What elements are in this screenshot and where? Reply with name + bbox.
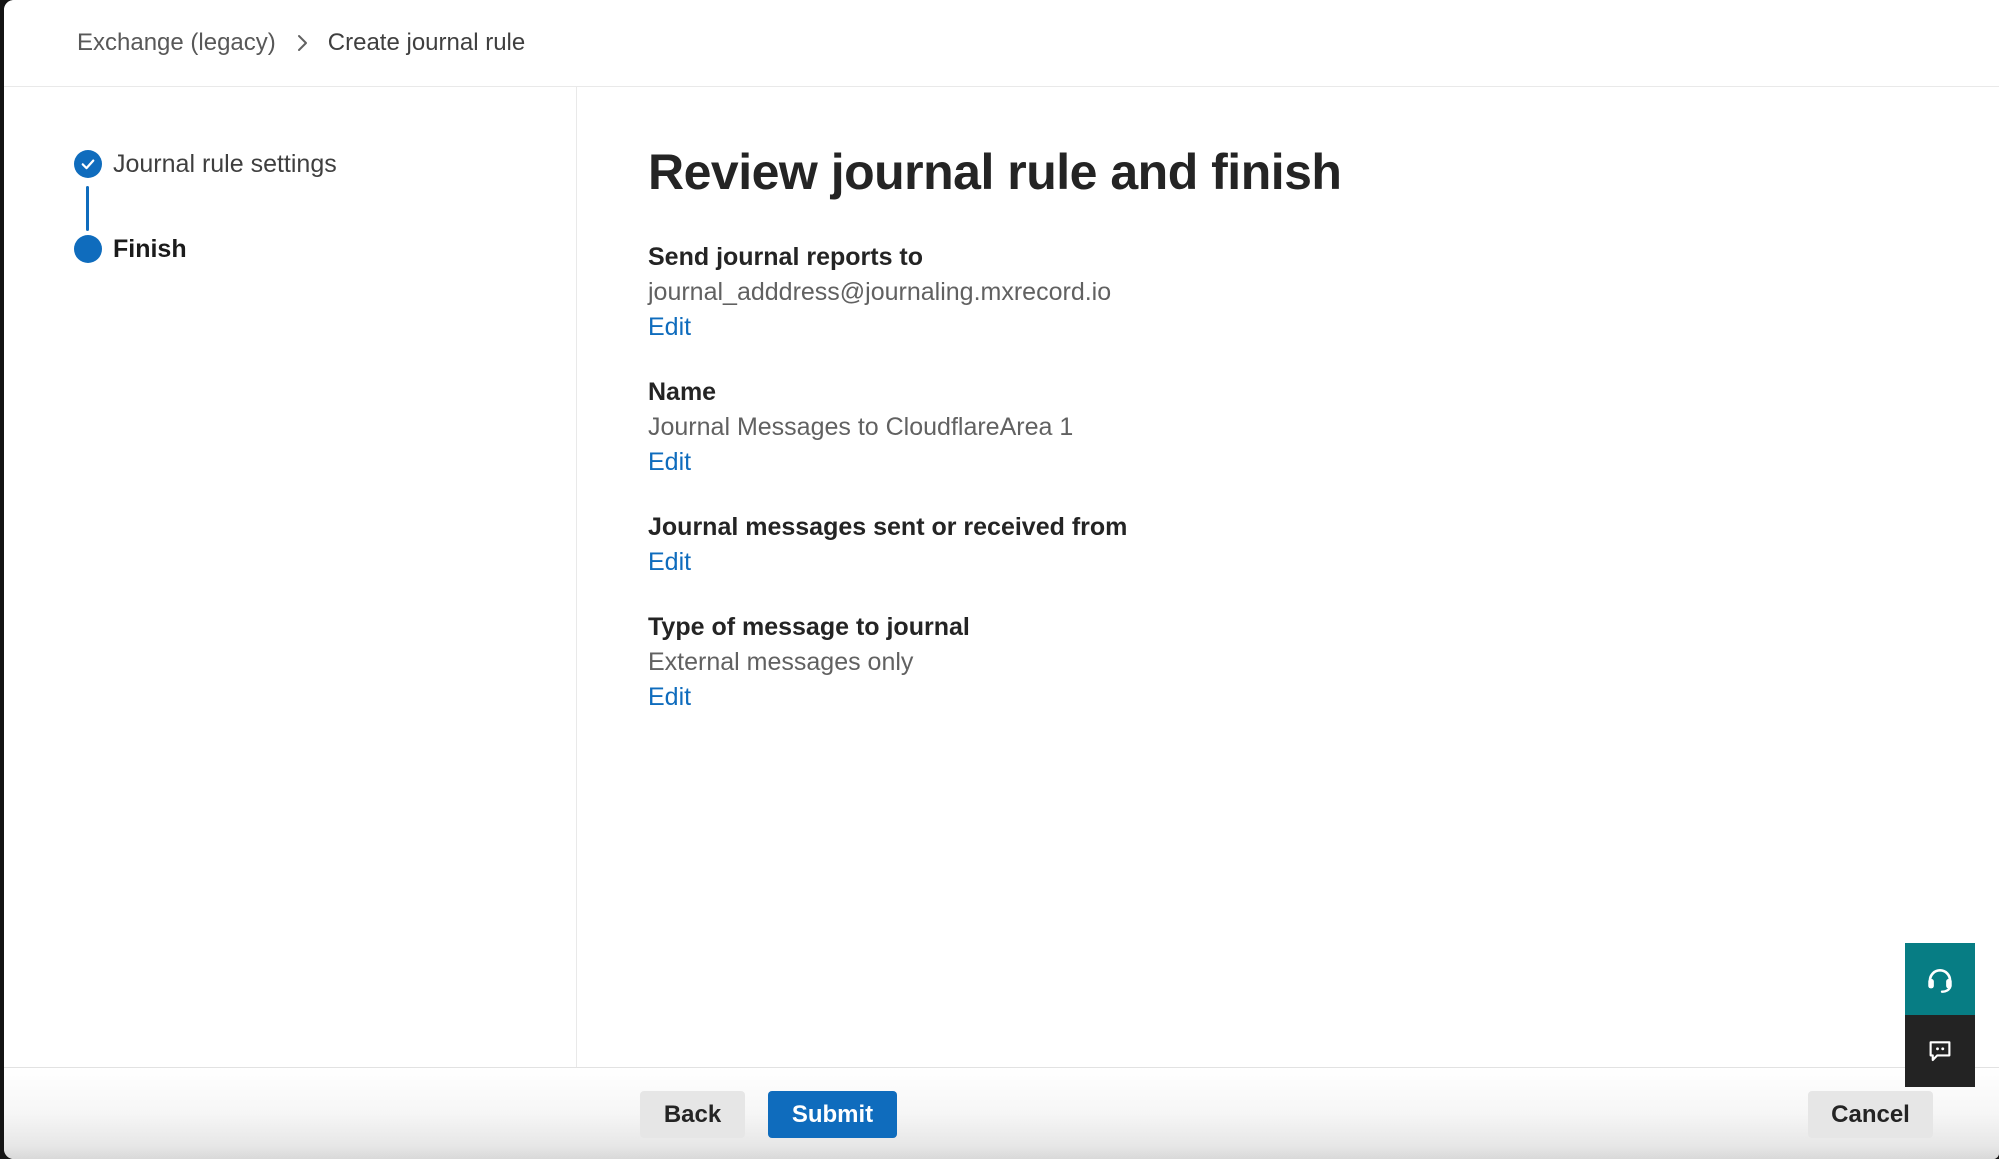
edit-message-type-link[interactable]: Edit — [648, 680, 691, 715]
submit-button[interactable]: Submit — [768, 1091, 897, 1138]
edit-name-link[interactable]: Edit — [648, 445, 691, 480]
review-section-send-journal-reports-to: Send journal reports to journal_adddress… — [648, 240, 1788, 345]
wizard-steps-panel: Journal rule settings Finish — [4, 87, 577, 1068]
checkmark-icon — [79, 155, 97, 173]
app-window: Exchange (legacy) Create journal rule Jo… — [4, 0, 1999, 1159]
page-title: Review journal rule and finish — [648, 142, 1788, 202]
headset-icon — [1924, 963, 1956, 995]
breadcrumb-exchange-legacy[interactable]: Exchange (legacy) — [77, 29, 276, 57]
section-value: journal_adddress@journaling.mxrecord.io — [648, 275, 1788, 310]
section-label: Send journal reports to — [648, 240, 1788, 275]
chevron-right-icon — [294, 32, 310, 54]
floating-buttons — [1905, 943, 1975, 1087]
top-bar: Exchange (legacy) Create journal rule — [4, 0, 1999, 87]
feedback-button[interactable] — [1905, 1015, 1975, 1087]
edit-journal-scope-link[interactable]: Edit — [648, 545, 691, 580]
review-section-message-type: Type of message to journal External mess… — [648, 610, 1788, 715]
breadcrumb-create-journal-rule: Create journal rule — [328, 29, 525, 57]
review-section-journal-scope: Journal messages sent or received from E… — [648, 510, 1788, 580]
step-connector-line — [86, 186, 89, 231]
breadcrumb: Exchange (legacy) Create journal rule — [77, 29, 525, 57]
feedback-icon — [1925, 1036, 1955, 1066]
step-label-finish: Finish — [113, 235, 187, 263]
edit-send-journal-reports-link[interactable]: Edit — [648, 310, 691, 345]
footer-bar: Back Submit Cancel — [4, 1067, 1999, 1159]
step-label-journal-rule-settings[interactable]: Journal rule settings — [113, 150, 337, 178]
section-label: Name — [648, 375, 1788, 410]
review-section-name: Name Journal Messages to CloudflareArea … — [648, 375, 1788, 480]
help-button[interactable] — [1905, 943, 1975, 1015]
section-value: External messages only — [648, 645, 1788, 680]
step-current-dot[interactable] — [74, 235, 102, 263]
back-button[interactable]: Back — [640, 1091, 745, 1138]
section-label: Type of message to journal — [648, 610, 1788, 645]
cancel-button[interactable]: Cancel — [1808, 1091, 1933, 1138]
section-label: Journal messages sent or received from — [648, 510, 1788, 545]
step-completed-circle[interactable] — [74, 150, 102, 178]
review-panel: Review journal rule and finish Send jour… — [648, 86, 1788, 745]
section-value: Journal Messages to CloudflareArea 1 — [648, 410, 1788, 445]
